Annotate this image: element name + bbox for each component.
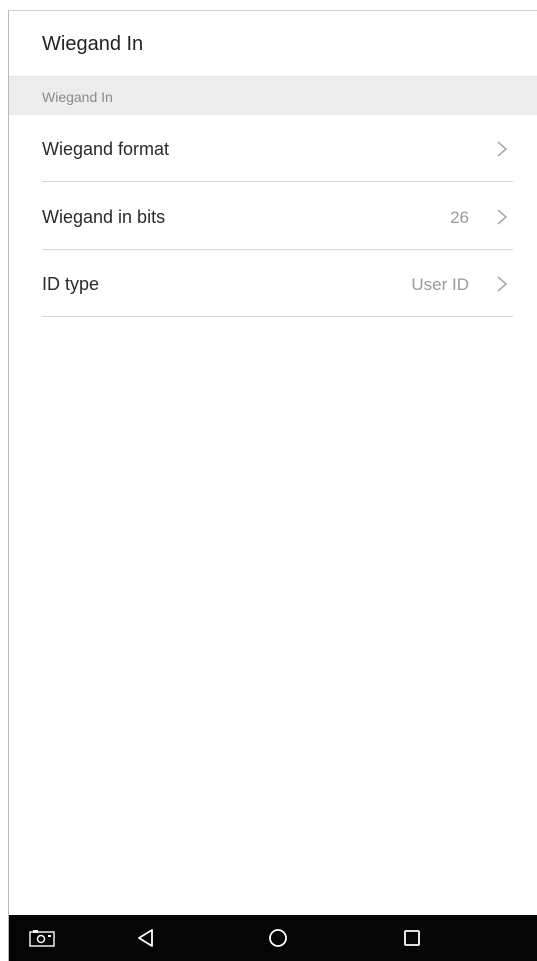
screenshot-button[interactable] [27,915,57,961]
row-label: Wiegand in bits [42,207,166,227]
page-title: Wiegand In [42,33,144,55]
back-icon [138,929,153,947]
section-header: Wiegand In [9,76,537,115]
settings-screen: Wiegand In Wiegand In Wiegand format Wie… [8,10,537,961]
row-label: ID type [42,274,100,294]
screenshot-icon [29,930,55,947]
system-nav-bar [9,915,537,961]
wiegand-format-row[interactable]: Wiegand format [42,115,513,182]
chevron-right-icon [497,141,508,157]
chevron-right-icon [497,276,508,292]
wiegand-in-bits-row[interactable]: Wiegand in bits 26 [42,183,513,250]
row-value: User ID [411,275,469,294]
row-value: 26 [450,208,469,227]
app-bar: Wiegand In [9,11,537,76]
id-type-row[interactable]: ID type User ID [42,250,513,317]
section-label: Wiegand In [42,89,113,105]
chevron-right-icon [497,209,508,225]
row-label: Wiegand format [42,139,170,159]
back-button[interactable] [131,915,161,961]
recents-icon [404,930,420,946]
home-icon [269,929,287,947]
recents-button[interactable] [397,915,427,961]
home-button[interactable] [263,915,293,961]
